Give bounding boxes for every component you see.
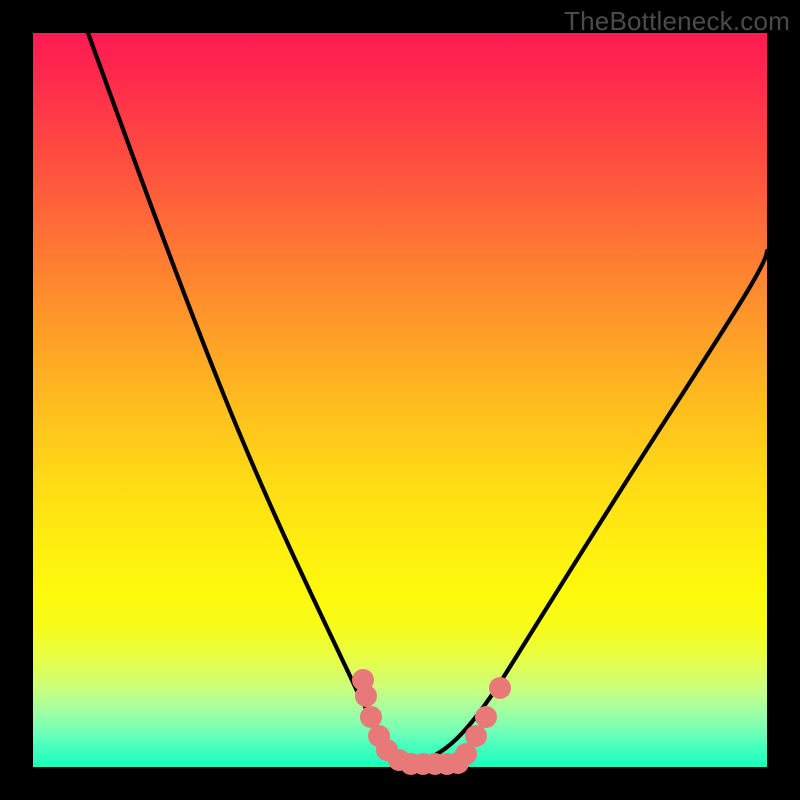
bottleneck-curve (33, 33, 767, 767)
curve-marker (489, 677, 511, 699)
chart-frame: TheBottleneck.com (0, 0, 800, 800)
curve-marker (465, 725, 487, 747)
plot-area (33, 33, 767, 767)
watermark-text: TheBottleneck.com (564, 6, 790, 37)
curve-marker (475, 706, 497, 728)
curve-marker (355, 685, 377, 707)
